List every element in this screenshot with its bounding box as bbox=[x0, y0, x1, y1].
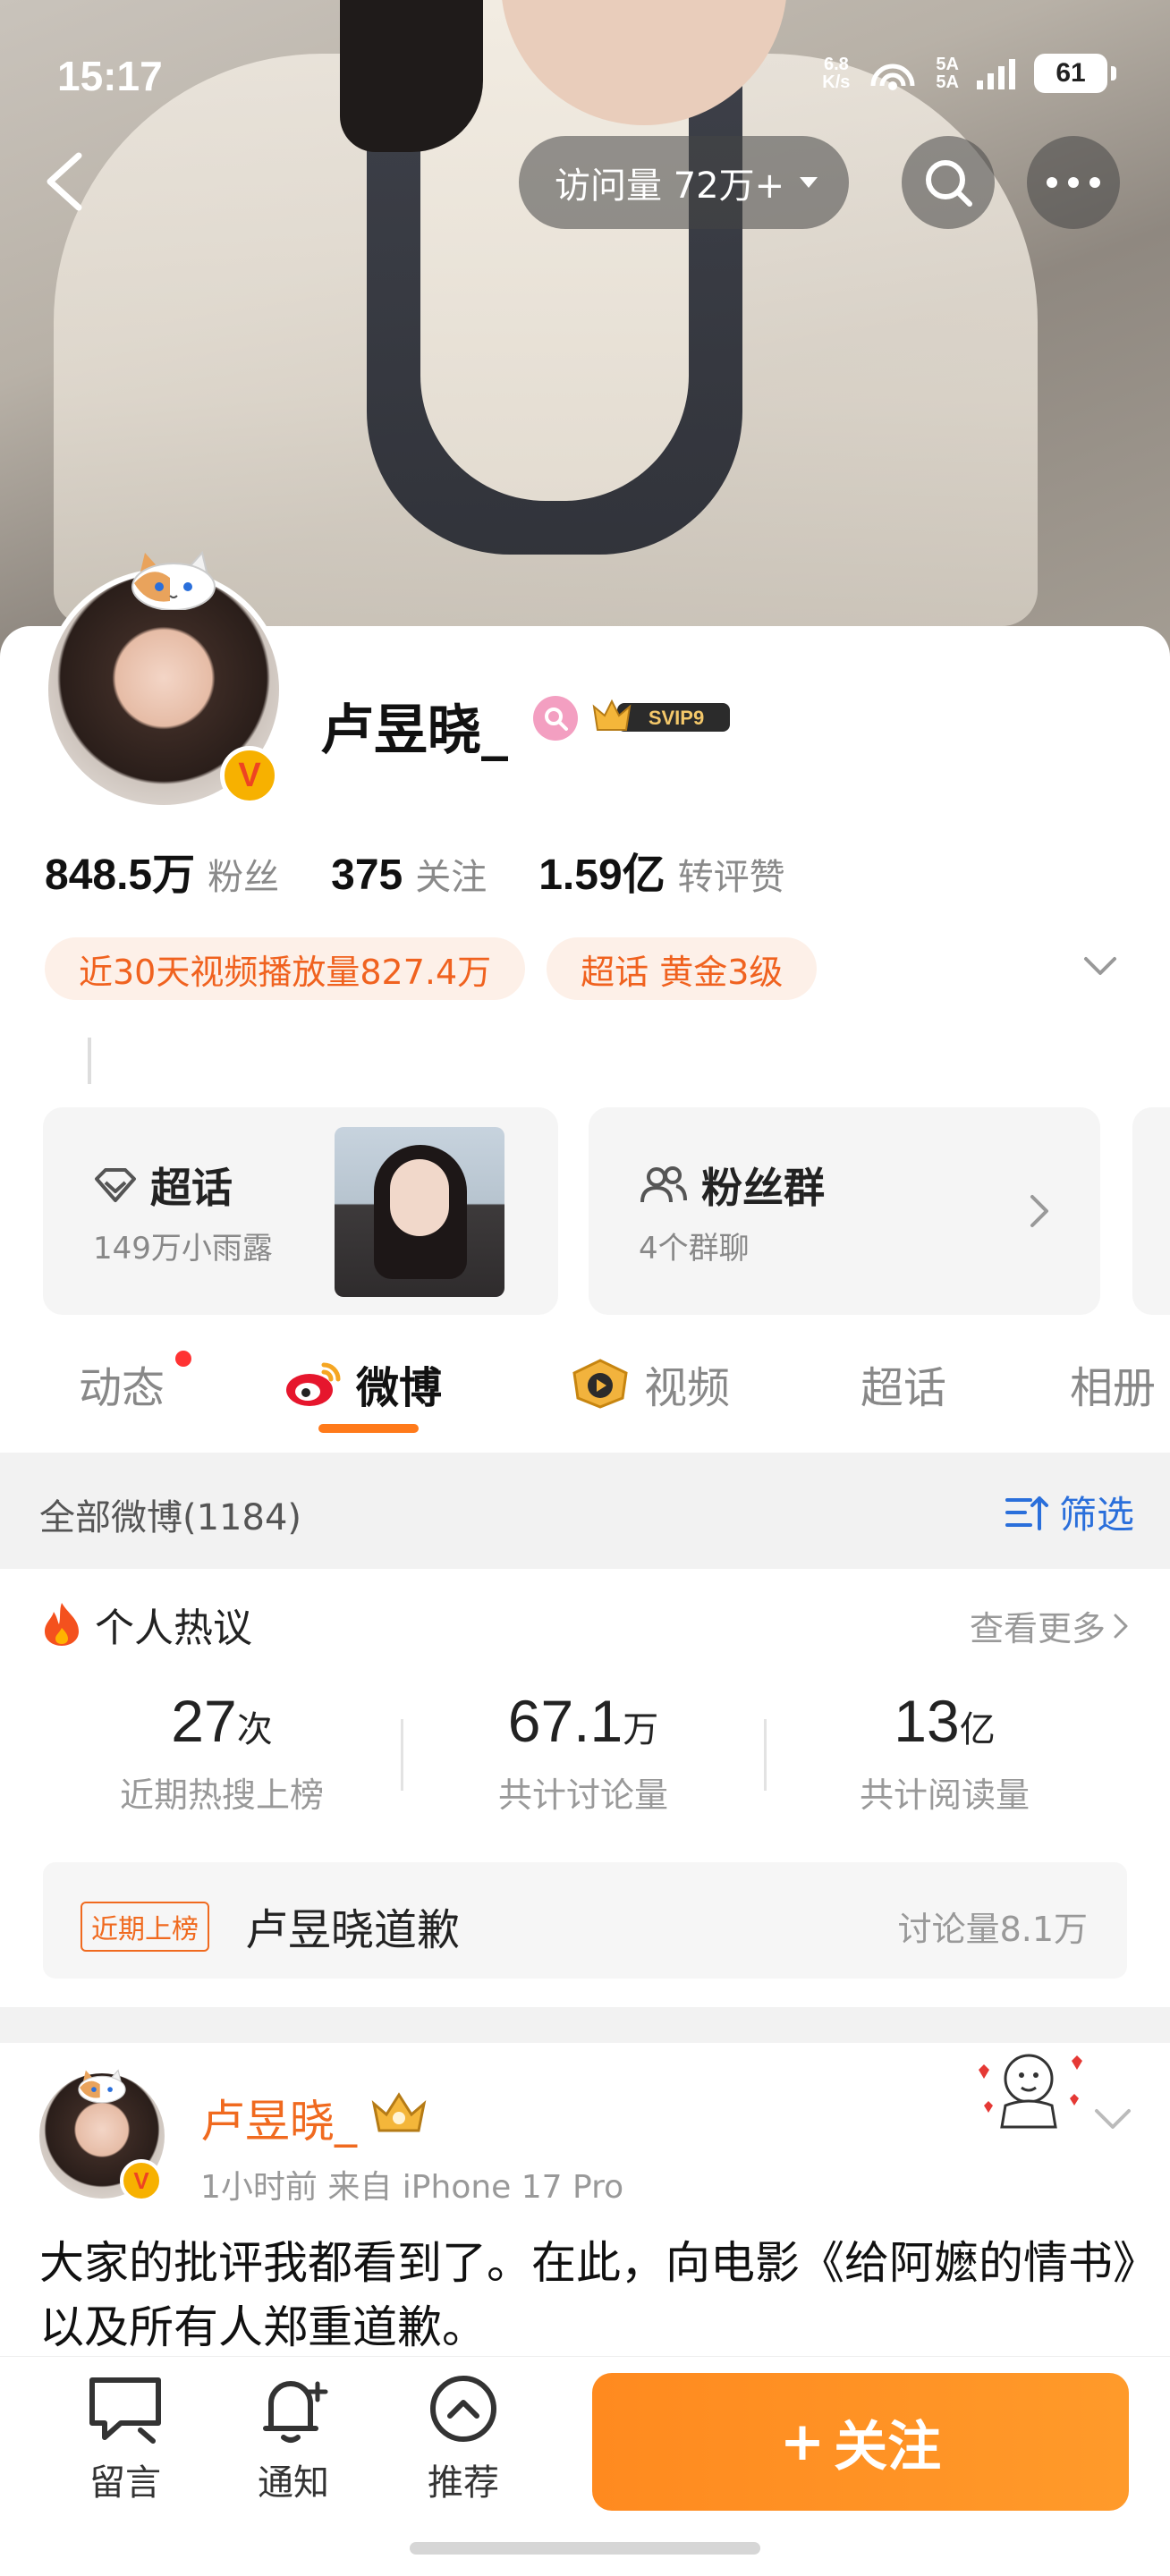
signal-icon bbox=[977, 59, 1015, 89]
tab-supertopic[interactable]: 超话 bbox=[861, 1352, 946, 1415]
profile-name: 卢昱晓_ bbox=[320, 699, 508, 762]
profile-tabs: 动态 微博 视频 超话 相册 bbox=[0, 1333, 1170, 1449]
post-meta: 1小时前 来自 iPhone 17 Pro bbox=[200, 2169, 624, 2206]
filter-button[interactable]: 筛选 bbox=[1004, 1485, 1134, 1539]
following-count[interactable]: 375 bbox=[331, 851, 403, 900]
recent-trending-badge: 近期上榜 bbox=[81, 1902, 209, 1952]
status-bar: 15:17 6.8 K/s 5A 5A 61 bbox=[0, 0, 1170, 125]
signal-label: 5A 5A bbox=[936, 55, 959, 92]
group-icon bbox=[640, 1166, 687, 1203]
chevron-right-icon bbox=[1030, 1195, 1048, 1227]
message-icon bbox=[89, 2377, 161, 2444]
hot-discussion-header: 个人热议 bbox=[41, 1596, 252, 1653]
verified-v-badge: V bbox=[220, 746, 279, 805]
verified-v-badge: V bbox=[120, 2159, 163, 2202]
supertopic-title: 超话 bbox=[93, 1156, 233, 1215]
expand-chevron-icon[interactable] bbox=[1081, 950, 1120, 982]
all-posts-label[interactable]: 全部微博(1184) bbox=[39, 1488, 301, 1540]
follow-label: 关注 bbox=[834, 2415, 942, 2479]
tab-activity[interactable]: 动态 bbox=[79, 1352, 165, 1415]
hot-topic-title: 卢昱晓道歉 bbox=[245, 1905, 461, 1955]
hot-discussion-section: 个人热议 查看更多 27次 近期热搜上榜 67.1万 共计讨论量 13亿 共计阅… bbox=[0, 1569, 1170, 2007]
net-speed: 6.8 K/s bbox=[822, 55, 851, 92]
metric-separator bbox=[764, 1719, 767, 1791]
fans-label[interactable]: 粉丝 bbox=[208, 848, 279, 900]
more-button[interactable] bbox=[1027, 136, 1120, 229]
following-label[interactable]: 关注 bbox=[415, 848, 487, 900]
tab-video[interactable]: 视频 bbox=[569, 1352, 730, 1415]
status-time: 15:17 bbox=[57, 53, 163, 99]
cat-pendant-icon bbox=[131, 550, 216, 610]
profile-stats: 848.5万 粉丝 375 关注 1.59亿 转评赞 bbox=[45, 839, 837, 902]
supertopic-sub: 149万小雨露 bbox=[93, 1231, 273, 1267]
supertopic-thumbnail bbox=[335, 1127, 504, 1297]
female-icon bbox=[533, 696, 578, 741]
filter-icon bbox=[1005, 1496, 1048, 1530]
post-author-name[interactable]: 卢昱晓_ bbox=[200, 2086, 357, 2150]
crown-badge-icon bbox=[371, 2092, 427, 2132]
section-divider bbox=[0, 2007, 1170, 2043]
partial-card[interactable] bbox=[1132, 1107, 1170, 1315]
flame-icon bbox=[45, 1603, 79, 1646]
search-button[interactable] bbox=[902, 136, 995, 229]
profile-tags: 近30天视频播放量827.4万 超话 黄金3级 bbox=[45, 937, 818, 1000]
fans-count[interactable]: 848.5万 bbox=[45, 839, 195, 902]
video-views-tag[interactable]: 近30天视频播放量827.4万 bbox=[45, 937, 526, 1000]
search-icon bbox=[926, 160, 972, 207]
hot-topic-row[interactable]: 近期上榜 卢昱晓道歉 讨论量8.1万 bbox=[43, 1862, 1127, 1979]
thumbnail-face bbox=[390, 1159, 449, 1236]
battery-indicator: 61 bbox=[1034, 54, 1116, 93]
post-menu-chevron-icon[interactable] bbox=[1091, 2102, 1134, 2134]
hot-topic-count: 讨论量8.1万 bbox=[897, 1910, 1088, 1949]
metric-trending-count: 27次 近期热搜上榜 bbox=[119, 1688, 324, 1815]
weibo-logo-icon bbox=[286, 1362, 341, 1406]
supertopic-card[interactable]: 超话 149万小雨露 bbox=[43, 1107, 558, 1315]
video-badge-icon bbox=[572, 1359, 628, 1409]
filter-bar: 全部微博(1184) 筛选 bbox=[0, 1453, 1170, 1569]
activity-notification-dot bbox=[175, 1351, 191, 1367]
more-dots-icon bbox=[1047, 177, 1100, 188]
recommend-button[interactable]: 推荐 bbox=[401, 2373, 526, 2505]
metric-read-count: 13亿 共计阅读量 bbox=[859, 1688, 1030, 1815]
comment-button[interactable]: 留言 bbox=[63, 2373, 188, 2505]
home-indicator[interactable] bbox=[410, 2542, 760, 2555]
active-tab-indicator bbox=[318, 1424, 419, 1433]
fangroup-card[interactable]: 粉丝群 4个群聊 bbox=[589, 1107, 1100, 1315]
cat-pendant-icon bbox=[78, 2069, 126, 2104]
see-more-link[interactable]: 查看更多 bbox=[970, 1601, 1129, 1650]
plus-icon: + bbox=[779, 2411, 826, 2473]
metric-discussion-count: 67.1万 共计讨论量 bbox=[497, 1688, 668, 1815]
divider-line bbox=[88, 1038, 91, 1084]
visits-dropdown[interactable]: 访问量 72万+ bbox=[519, 136, 850, 229]
tab-album[interactable]: 相册 bbox=[1070, 1352, 1156, 1415]
fangroup-title: 粉丝群 bbox=[639, 1156, 825, 1215]
chevron-right-icon bbox=[1114, 1614, 1128, 1638]
status-icons: 6.8 K/s 5A 5A 61 bbox=[822, 54, 1116, 93]
bell-plus-icon bbox=[263, 2381, 328, 2443]
post-text[interactable]: 大家的批评我都看到了。在此，向电影《给阿嬷的情书》以及所有人郑重道歉。 bbox=[39, 2231, 1140, 2360]
hotspot-icon bbox=[870, 64, 915, 90]
diamond-icon bbox=[95, 1168, 136, 1202]
tab-weibo[interactable]: 微博 bbox=[284, 1352, 442, 1415]
caret-down-icon bbox=[800, 177, 818, 188]
svip-badge-icon: SVIP9 bbox=[592, 699, 730, 732]
back-button[interactable] bbox=[39, 150, 93, 213]
visits-label: 访问量 72万+ bbox=[555, 165, 785, 207]
svip-label: SVIP9 bbox=[649, 707, 704, 729]
chevron-up-circle-icon bbox=[430, 2376, 496, 2442]
fangroup-sub: 4个群聊 bbox=[639, 1231, 750, 1267]
follow-button[interactable]: + 关注 bbox=[592, 2373, 1129, 2511]
back-arrow-icon bbox=[47, 152, 82, 211]
supertopic-level-tag[interactable]: 超话 黄金3级 bbox=[547, 937, 818, 1000]
sticker-icon bbox=[979, 2054, 1082, 2129]
reposts-count: 1.59亿 bbox=[538, 852, 666, 899]
notify-button[interactable]: 通知 bbox=[231, 2373, 356, 2505]
reposts-label: 转评赞 bbox=[677, 857, 785, 898]
metric-separator bbox=[401, 1719, 403, 1791]
